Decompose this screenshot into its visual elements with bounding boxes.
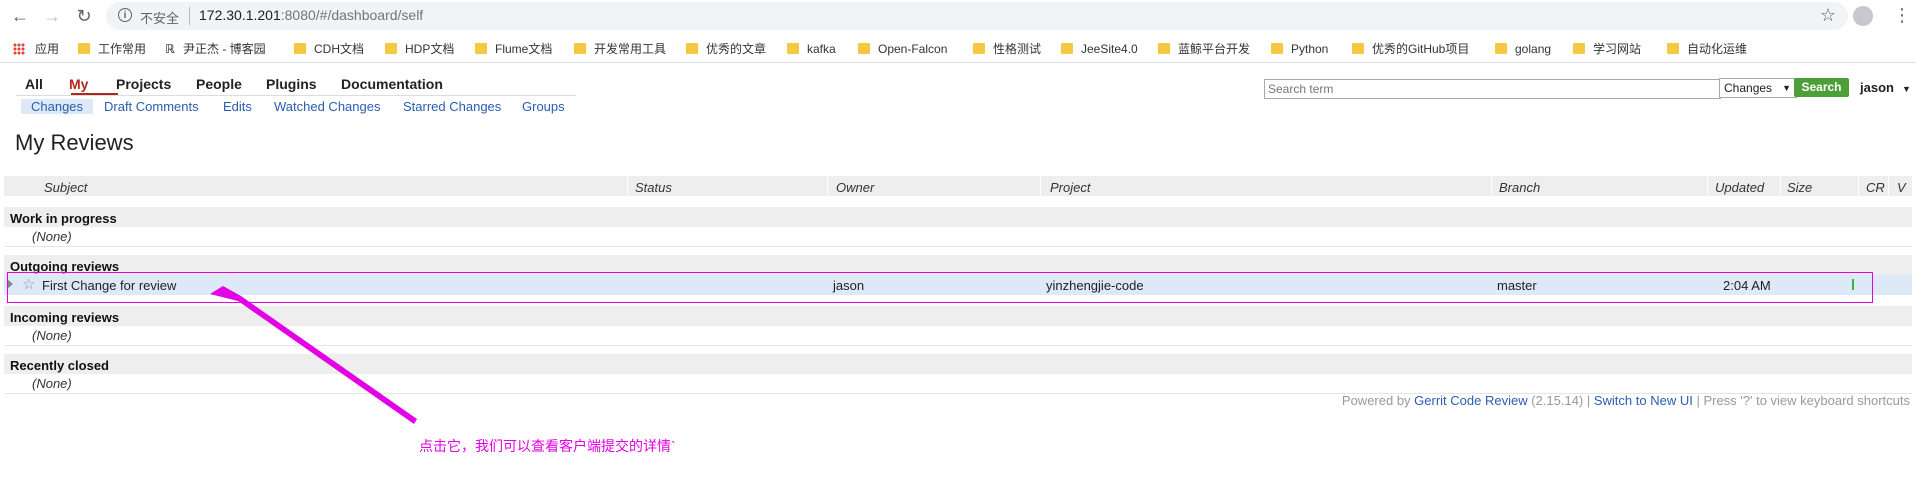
annotation-arrow-shape: [210, 286, 417, 424]
annotation-arrow: [210, 286, 417, 424]
annotation-text: 点击它，我们可以查看客户端提交的详情`: [419, 438, 676, 454]
